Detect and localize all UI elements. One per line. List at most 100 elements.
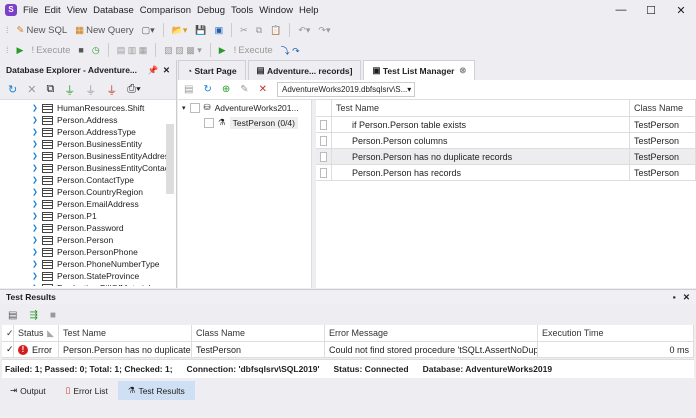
redo-icon[interactable]: ↷▾: [318, 25, 330, 36]
chevron-right-icon[interactable]: ❯: [32, 200, 42, 208]
row-checkbox[interactable]: ✓: [2, 342, 14, 358]
chevron-right-icon[interactable]: ❯: [32, 260, 42, 268]
col-class-name[interactable]: Class Name: [192, 325, 325, 342]
history-icon[interactable]: ◷: [92, 45, 100, 56]
delete-test-icon[interactable]: ✕: [259, 84, 267, 95]
col-execution-time[interactable]: Execution Time: [538, 325, 694, 342]
chevron-right-icon[interactable]: ❯: [32, 128, 42, 136]
cut-icon[interactable]: ✂: [240, 25, 248, 36]
close-tab-icon[interactable]: ⊗: [459, 65, 466, 76]
tree-item[interactable]: ❯ Person.Person: [0, 234, 176, 246]
chevron-right-icon[interactable]: ❯: [32, 248, 42, 256]
edit-test-icon[interactable]: ✎: [240, 84, 248, 95]
toolbar-icon[interactable]: ▤ ▥ ▦: [117, 45, 148, 56]
table-row[interactable]: Person.Person has records TestPerson: [316, 165, 696, 181]
row-checkbox[interactable]: [320, 119, 327, 130]
tree-item[interactable]: ❯ Person.PhoneNumberType: [0, 258, 176, 270]
chevron-down-icon[interactable]: ▾: [182, 104, 186, 112]
delete-icon[interactable]: ✕: [27, 83, 36, 96]
table-row[interactable]: if Person.Person table exists TestPerson: [316, 117, 696, 133]
chevron-right-icon[interactable]: ❯: [32, 284, 42, 286]
tree-item[interactable]: ❯ Person.BusinessEntityAddress: [0, 150, 176, 162]
edit-connection-icon[interactable]: ⏚: [85, 82, 96, 98]
chevron-right-icon[interactable]: ❯: [32, 176, 42, 184]
tab-start-page[interactable]: ◔ Start Page: [178, 60, 246, 80]
undo-icon[interactable]: ↶▾: [298, 25, 310, 36]
chevron-right-icon[interactable]: ❯: [32, 104, 42, 112]
debug-step-icon[interactable]: ⤵ ↷: [281, 44, 300, 57]
menu-window[interactable]: Window: [259, 5, 293, 16]
filter-icon[interactable]: ⎙▾: [127, 83, 140, 96]
stop-icon[interactable]: ■: [78, 45, 83, 55]
chevron-right-icon[interactable]: ❯: [32, 116, 42, 124]
new-document-icon[interactable]: ▢▾: [142, 25, 155, 36]
col-status[interactable]: Status ◣: [14, 325, 59, 342]
table-row[interactable]: Person.Person has no duplicate records Te…: [316, 149, 696, 165]
tree-item[interactable]: ❯ Person.BusinessEntity: [0, 138, 176, 150]
add-test-icon[interactable]: ⊕: [222, 84, 230, 95]
chevron-right-icon[interactable]: ❯: [32, 236, 42, 244]
table-row[interactable]: Person.Person columns TestPerson: [316, 133, 696, 149]
new-connection-icon[interactable]: ⏚: [64, 82, 75, 98]
tree-item[interactable]: ❯ Person.StateProvince: [0, 270, 176, 282]
toolbar-icon[interactable]: ▧ ▨ ▩ ▾: [164, 45, 202, 56]
chevron-right-icon[interactable]: ❯: [32, 212, 42, 220]
new-sql-button[interactable]: ✎ New SQL: [17, 25, 68, 36]
tree-item[interactable]: ❯ HumanResources.Shift: [0, 102, 176, 114]
tree-item[interactable]: ❯ Person.BusinessEntityContact: [0, 162, 176, 174]
menu-view[interactable]: View: [67, 5, 87, 16]
stop-icon[interactable]: ■: [50, 310, 56, 321]
maximize-icon[interactable]: ☐: [636, 4, 666, 17]
checkbox[interactable]: [189, 102, 200, 113]
checkbox[interactable]: [204, 117, 214, 128]
pin-icon[interactable]: 📌: [148, 65, 159, 75]
execute-button[interactable]: ! Execute: [31, 45, 70, 56]
minimize-icon[interactable]: —: [606, 4, 636, 16]
copy-icon[interactable]: ⧉: [46, 83, 54, 96]
menu-edit[interactable]: Edit: [44, 5, 60, 16]
chevron-right-icon[interactable]: ❯: [32, 164, 42, 172]
menu-database[interactable]: Database: [93, 5, 134, 16]
menu-tools[interactable]: Tools: [231, 5, 253, 16]
tree-child-label[interactable]: TestPerson (0/4): [229, 116, 298, 129]
col-test-name[interactable]: Test Name: [332, 100, 630, 117]
run-icon[interactable]: ▶: [17, 45, 24, 56]
tree-item[interactable]: ❯ Person.EmailAddress: [0, 198, 176, 210]
close-icon[interactable]: ✕: [683, 292, 690, 302]
check-all[interactable]: ✓: [2, 325, 14, 342]
refresh-icon[interactable]: ↻: [203, 84, 211, 95]
save-all-icon[interactable]: ▣: [215, 25, 224, 36]
tree-item[interactable]: ❯ Person.CountryRegion: [0, 186, 176, 198]
scrollbar[interactable]: [166, 124, 174, 194]
row-checkbox[interactable]: [320, 135, 327, 146]
copy-icon[interactable]: ⧉: [256, 25, 262, 36]
tree-item[interactable]: ❯ Production.BillOfMaterials: [0, 282, 176, 286]
menu-comparison[interactable]: Comparison: [140, 5, 191, 16]
chevron-right-icon[interactable]: ❯: [32, 224, 42, 232]
disconnect-icon[interactable]: ⏚: [106, 82, 117, 98]
chevron-right-icon[interactable]: ❯: [32, 272, 42, 280]
tree-item[interactable]: ❯ Person.AddressType: [0, 126, 176, 138]
paste-icon[interactable]: 📋: [270, 25, 281, 36]
close-icon[interactable]: ✕: [163, 65, 170, 75]
menu-help[interactable]: Help: [299, 5, 319, 16]
row-checkbox[interactable]: [320, 151, 327, 162]
col-class-name[interactable]: Class Name: [630, 100, 696, 117]
pin-icon[interactable]: ▪: [673, 292, 676, 302]
run-icon[interactable]: ▶: [219, 45, 226, 56]
menu-debug[interactable]: Debug: [197, 5, 225, 16]
chevron-right-icon[interactable]: ❯: [32, 152, 42, 160]
chevron-right-icon[interactable]: ❯: [32, 188, 42, 196]
col-test-name[interactable]: Test Name: [59, 325, 192, 342]
close-icon[interactable]: ✕: [666, 4, 696, 17]
run-selected-icon[interactable]: ⇶: [29, 310, 37, 321]
tab-output[interactable]: ⇥ Output: [0, 381, 56, 400]
save-icon[interactable]: 💾: [195, 25, 206, 36]
tree-root-label[interactable]: AdventureWorks201...: [215, 103, 299, 113]
tree-item[interactable]: ❯ Person.Password: [0, 222, 176, 234]
tree-item[interactable]: ❯ Person.P1: [0, 210, 176, 222]
tree-item[interactable]: ❯ Person.Address: [0, 114, 176, 126]
chevron-right-icon[interactable]: ❯: [32, 140, 42, 148]
new-query-button[interactable]: ▦ New Query: [75, 25, 134, 36]
run-all-icon[interactable]: ▤: [8, 310, 17, 321]
